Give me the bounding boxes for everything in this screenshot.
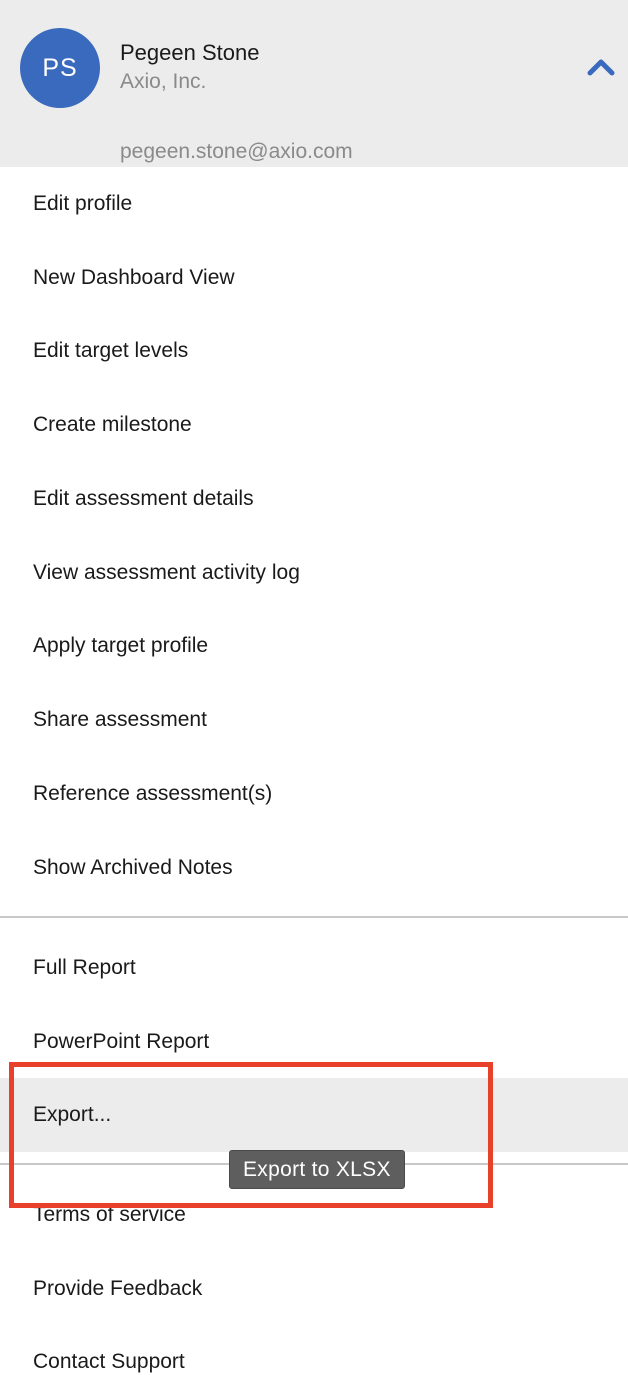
menu-item-contact-support[interactable]: Contact Support [0,1325,628,1399]
menu-item-label: Full Report [33,956,136,979]
menu-item-label: Edit assessment details [33,487,254,510]
menu-item-new-dashboard-view[interactable]: New Dashboard View [0,241,628,315]
export-tooltip: Export to XLSX [229,1150,405,1189]
menu-item-label: Create milestone [33,413,192,436]
menu-item-edit-target-levels[interactable]: Edit target levels [0,314,628,388]
menu-item-view-activity-log[interactable]: View assessment activity log [0,536,628,610]
menu-item-label: Show Archived Notes [33,856,233,879]
menu-item-reference-assessments[interactable]: Reference assessment(s) [0,757,628,831]
user-email: pegeen.stone@axio.com [120,140,353,163]
menu-item-edit-profile[interactable]: Edit profile [0,167,628,241]
menu-item-label: PowerPoint Report [33,1030,210,1053]
chevron-up-icon[interactable] [585,54,617,80]
menu-divider [0,916,628,918]
user-header: PS Pegeen Stone Axio, Inc. pegeen.stone@… [0,0,628,167]
user-name: Pegeen Stone [120,40,260,65]
menu-item-edit-assessment-details[interactable]: Edit assessment details [0,462,628,536]
menu-item-label: Provide Feedback [33,1277,203,1300]
menu-item-provide-feedback[interactable]: Provide Feedback [0,1252,628,1326]
menu-item-terms-of-service[interactable]: Terms of service [0,1178,628,1252]
user-organization: Axio, Inc. [120,70,207,93]
menu-item-create-milestone[interactable]: Create milestone [0,388,628,462]
menu-item-label: Export... [33,1103,112,1126]
menu-item-label: Edit target levels [33,339,189,362]
menu-item-share-assessment[interactable]: Share assessment [0,683,628,757]
menu-item-label: Apply target profile [33,634,209,657]
menu-item-label: Share assessment [33,708,207,731]
avatar: PS [20,28,100,108]
menu-item-full-report[interactable]: Full Report [0,931,628,1005]
menu-item-label: Terms of service [33,1203,186,1226]
menu-item-label: Edit profile [33,192,133,215]
menu-item-powerpoint-report[interactable]: PowerPoint Report [0,1005,628,1079]
menu-item-label: View assessment activity log [33,561,300,584]
menu-item-apply-target-profile[interactable]: Apply target profile [0,609,628,683]
menu-item-label: Contact Support [33,1350,185,1373]
menu-item-show-archived-notes[interactable]: Show Archived Notes [0,831,628,905]
menu-item-label: Reference assessment(s) [33,782,273,805]
menu-item-export[interactable]: Export... [0,1078,628,1152]
menu-item-label: New Dashboard View [33,266,235,289]
